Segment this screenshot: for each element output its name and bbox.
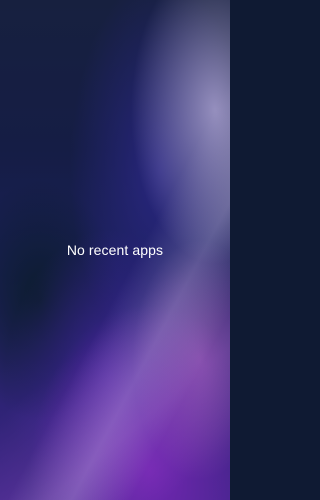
no-recent-apps-message: No recent apps <box>66 242 164 258</box>
recents-screen: No recent apps <box>0 0 230 500</box>
